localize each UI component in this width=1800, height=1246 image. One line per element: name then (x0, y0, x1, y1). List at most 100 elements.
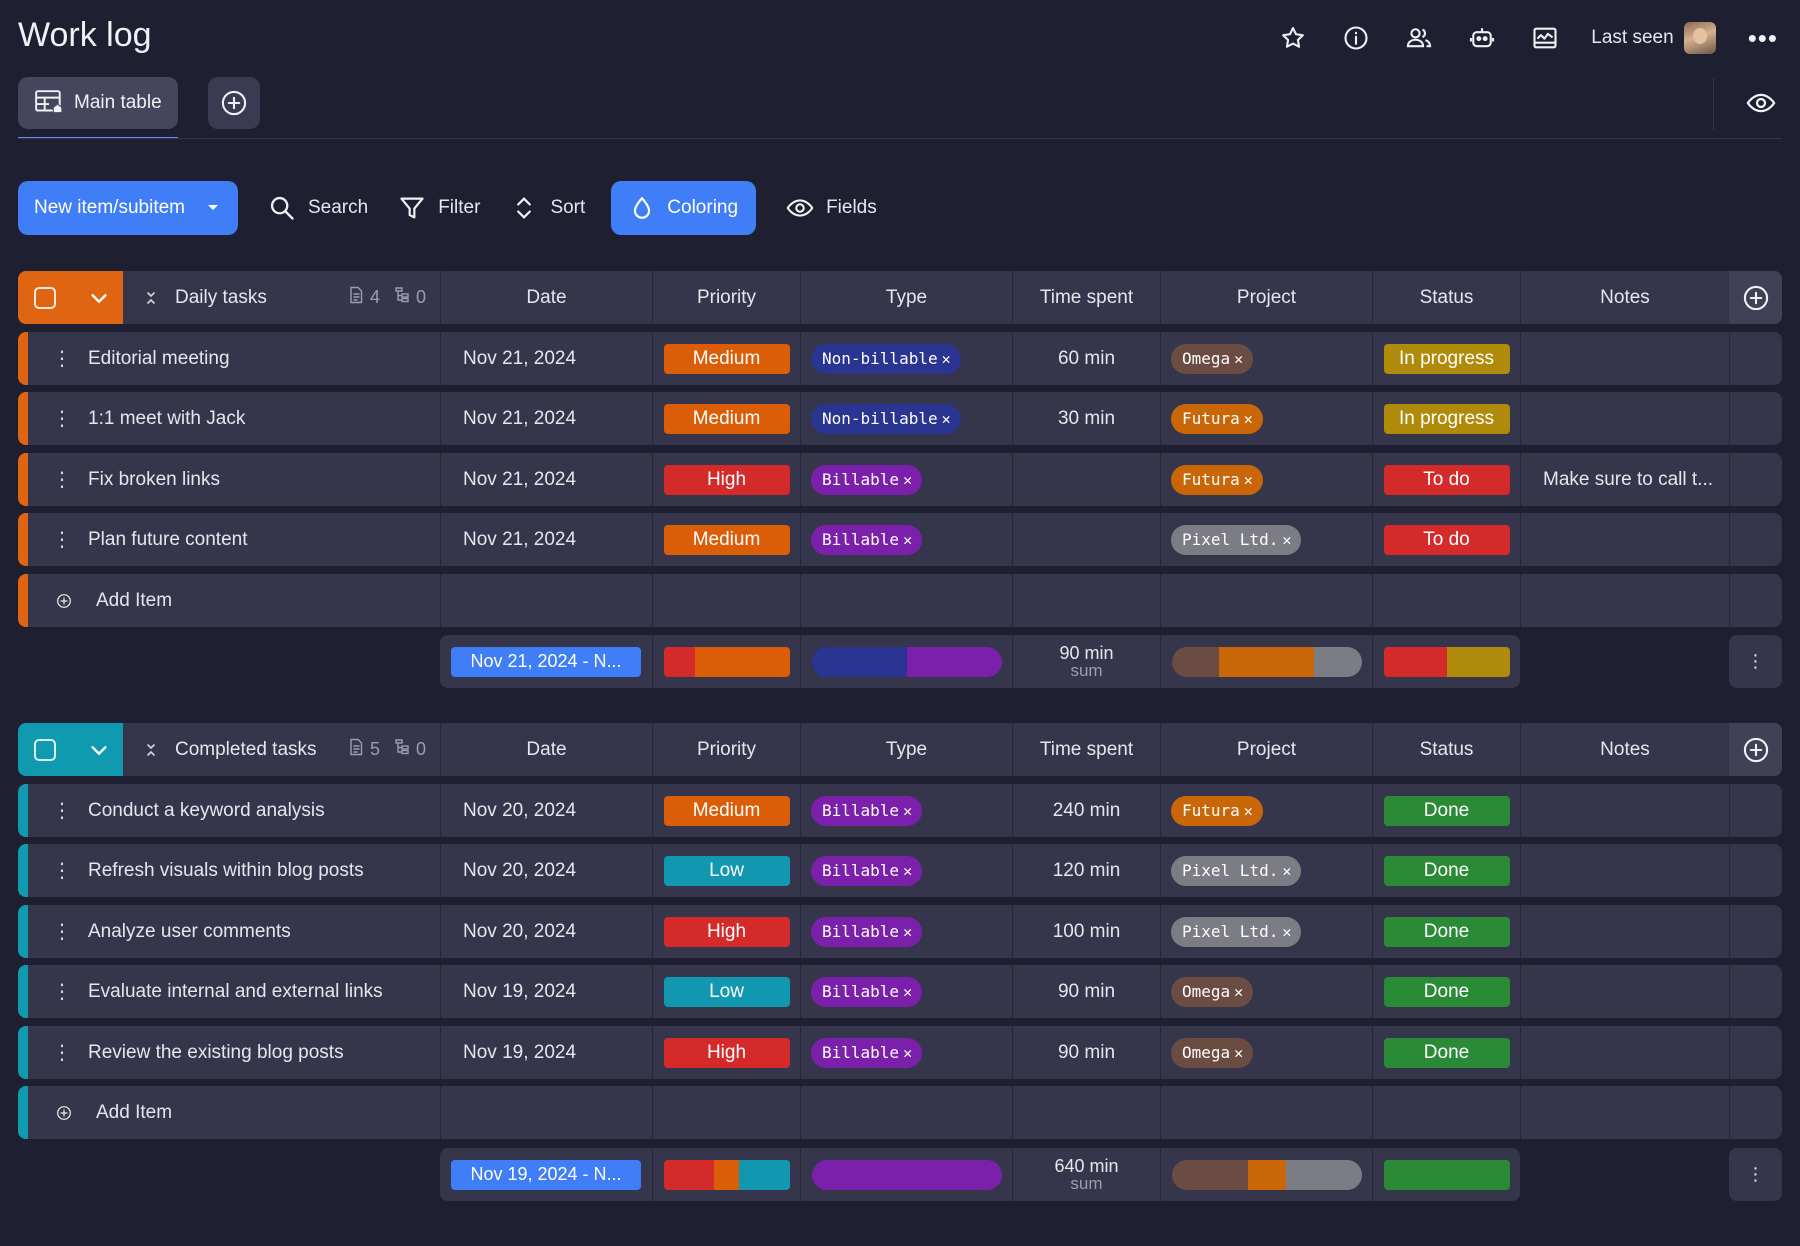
priority-cell[interactable]: High (652, 905, 800, 958)
status-cell[interactable]: Done (1372, 1026, 1520, 1079)
priority-cell[interactable]: Medium (652, 332, 800, 385)
project-cell[interactable]: Omega ✕ (1160, 965, 1372, 1018)
column-header-status[interactable]: Status (1372, 723, 1520, 776)
group-checkbox[interactable] (34, 286, 56, 309)
project-tag[interactable]: Omega ✕ (1171, 343, 1254, 374)
type-cell[interactable]: Non-billable ✕ (800, 332, 1012, 385)
collapse-icon[interactable] (143, 742, 159, 758)
table-row[interactable]: ⋮ Plan future content Nov 21, 2024 Medium Bi… (18, 513, 1782, 566)
project-cell[interactable]: Pixel Ltd. ✕ (1160, 905, 1372, 958)
item-name-cell[interactable]: ⋮ Editorial meeting (28, 332, 440, 385)
item-name-cell[interactable]: ⋮ Evaluate internal and external links (28, 965, 440, 1018)
drag-handle-icon[interactable]: ⋮ (42, 798, 82, 823)
item-name-cell[interactable]: ⋮ Plan future content (28, 513, 440, 566)
date-cell[interactable]: Nov 19, 2024 (440, 965, 652, 1018)
table-row[interactable]: ⋮ Fix broken links Nov 21, 2024 High Billabl… (18, 453, 1782, 506)
type-tag[interactable]: Billable ✕ (811, 855, 923, 886)
time-spent-cell[interactable]: 120 min (1012, 844, 1160, 897)
add-view-button[interactable] (208, 77, 260, 129)
new-item-button[interactable]: New item/subitem (18, 181, 238, 235)
table-row[interactable]: ⋮ Refresh visuals within blog posts Nov 20… (18, 844, 1782, 897)
time-spent-cell[interactable]: 60 min (1012, 332, 1160, 385)
remove-tag-icon[interactable]: ✕ (1282, 862, 1291, 880)
date-cell[interactable]: Nov 20, 2024 (440, 905, 652, 958)
time-spent-cell[interactable]: 30 min (1012, 392, 1160, 445)
search-button[interactable]: Search (268, 181, 368, 235)
date-cell[interactable]: Nov 21, 2024 (440, 453, 652, 506)
time-spent-cell[interactable] (1012, 513, 1160, 566)
column-header-project[interactable]: Project (1160, 723, 1372, 776)
item-name-cell[interactable]: ⋮ Refresh visuals within blog posts (28, 844, 440, 897)
type-tag[interactable]: Billable ✕ (811, 464, 923, 495)
type-tag[interactable]: Billable ✕ (811, 795, 923, 826)
group-selector[interactable] (18, 271, 123, 324)
remove-tag-icon[interactable]: ✕ (903, 983, 912, 1001)
group-checkbox[interactable] (34, 738, 56, 761)
time-spent-cell[interactable] (1012, 453, 1160, 506)
column-header-priority[interactable]: Priority (652, 723, 800, 776)
type-distribution-bar[interactable] (811, 1159, 1002, 1190)
type-tag[interactable]: Non-billable ✕ (811, 403, 961, 434)
remove-tag-icon[interactable]: ✕ (903, 862, 912, 880)
type-cell[interactable]: Billable ✕ (800, 965, 1012, 1018)
column-header-project[interactable]: Project (1160, 271, 1372, 324)
date-cell[interactable]: Nov 21, 2024 (440, 332, 652, 385)
column-header-status[interactable]: Status (1372, 271, 1520, 324)
remove-tag-icon[interactable]: ✕ (903, 471, 912, 489)
column-header-time-spent[interactable]: Time spent (1012, 271, 1160, 324)
table-row[interactable]: ⋮ Analyze user comments Nov 20, 2024 High Bi… (18, 905, 1782, 958)
coloring-button[interactable]: Coloring (611, 181, 757, 235)
item-name[interactable]: Evaluate internal and external links (88, 981, 383, 1003)
notes-cell[interactable] (1520, 513, 1729, 566)
type-tag[interactable]: Billable ✕ (811, 524, 923, 555)
time-spent-cell[interactable]: 90 min (1012, 1026, 1160, 1079)
status-cell[interactable]: In progress (1372, 332, 1520, 385)
remove-tag-icon[interactable]: ✕ (1282, 923, 1291, 941)
type-cell[interactable]: Billable ✕ (800, 453, 1012, 506)
drag-handle-icon[interactable]: ⋮ (42, 858, 82, 883)
item-name[interactable]: Refresh visuals within blog posts (88, 860, 364, 882)
type-cell[interactable]: Billable ✕ (800, 844, 1012, 897)
project-cell[interactable]: Pixel Ltd. ✕ (1160, 844, 1372, 897)
item-name[interactable]: 1:1 meet with Jack (88, 408, 245, 430)
drag-handle-icon[interactable]: ⋮ (42, 406, 82, 431)
project-tag[interactable]: Omega ✕ (1171, 976, 1254, 1007)
remove-tag-icon[interactable]: ✕ (942, 350, 951, 368)
sort-button[interactable]: Sort (510, 181, 585, 235)
drag-handle-icon[interactable]: ⋮ (42, 1040, 82, 1065)
info-icon[interactable] (1336, 18, 1376, 58)
priority-cell[interactable]: High (652, 1026, 800, 1079)
project-cell[interactable]: Omega ✕ (1160, 1026, 1372, 1079)
type-distribution-bar[interactable] (811, 646, 1002, 677)
notes-cell[interactable] (1520, 965, 1729, 1018)
status-cell[interactable]: To do (1372, 513, 1520, 566)
priority-cell[interactable]: Medium (652, 513, 800, 566)
collapse-icon[interactable] (143, 290, 159, 306)
status-cell[interactable]: Done (1372, 784, 1520, 837)
column-header-type[interactable]: Type (800, 271, 1012, 324)
status-cell[interactable]: To do (1372, 453, 1520, 506)
type-cell[interactable]: Billable ✕ (800, 1026, 1012, 1079)
add-column-button[interactable] (1729, 271, 1782, 324)
summary-more-icon[interactable]: ⋮ (1729, 1148, 1782, 1201)
add-item-button[interactable]: Add Item (18, 574, 440, 627)
column-header-date[interactable]: Date (440, 723, 652, 776)
project-tag[interactable]: Futura ✕ (1171, 464, 1263, 495)
remove-tag-icon[interactable]: ✕ (1244, 471, 1253, 489)
item-name-cell[interactable]: ⋮ Conduct a keyword analysis (28, 784, 440, 837)
project-tag[interactable]: Pixel Ltd. ✕ (1171, 855, 1302, 886)
chevron-down-icon[interactable] (88, 739, 110, 761)
project-tag[interactable]: Futura ✕ (1171, 403, 1263, 434)
date-range-badge[interactable]: Nov 19, 2024 - N... (451, 1159, 641, 1190)
type-cell[interactable]: Billable ✕ (800, 513, 1012, 566)
status-cell[interactable]: Done (1372, 905, 1520, 958)
date-cell[interactable]: Nov 21, 2024 (440, 392, 652, 445)
status-cell[interactable]: Done (1372, 844, 1520, 897)
remove-tag-icon[interactable]: ✕ (903, 802, 912, 820)
robot-icon[interactable] (1462, 18, 1502, 58)
fields-button[interactable]: Fields (786, 181, 877, 235)
project-tag[interactable]: Futura ✕ (1171, 795, 1263, 826)
table-row[interactable]: ⋮ Review the existing blog posts Nov 19, 2… (18, 1026, 1782, 1079)
item-name[interactable]: Conduct a keyword analysis (88, 800, 325, 822)
notes-cell[interactable] (1520, 392, 1729, 445)
